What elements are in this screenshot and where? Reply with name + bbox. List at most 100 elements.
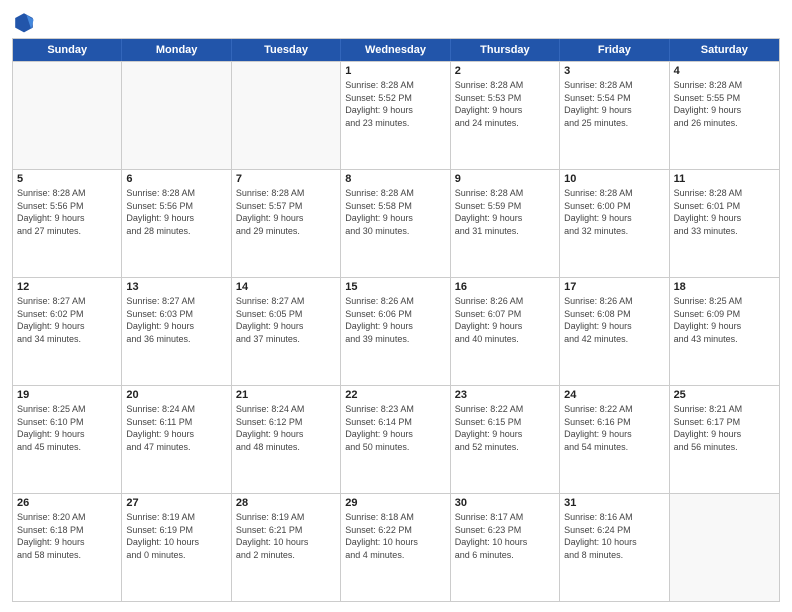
calendar: SundayMondayTuesdayWednesdayThursdayFrid…	[12, 38, 780, 602]
day-number: 24	[564, 389, 664, 401]
day-info: Sunrise: 8:27 AM Sunset: 6:02 PM Dayligh…	[17, 295, 117, 345]
calendar-body: 1 Sunrise: 8:28 AM Sunset: 5:52 PM Daylig…	[13, 61, 779, 601]
calendar-day-cell: 21 Sunrise: 8:24 AM Sunset: 6:12 PM Dayli…	[232, 386, 341, 493]
day-info: Sunrise: 8:28 AM Sunset: 5:52 PM Dayligh…	[345, 79, 445, 129]
day-number: 31	[564, 497, 664, 509]
day-number: 18	[674, 281, 775, 293]
logo	[12, 10, 40, 34]
calendar-day-cell: 18 Sunrise: 8:25 AM Sunset: 6:09 PM Dayli…	[670, 278, 779, 385]
day-number: 21	[236, 389, 336, 401]
calendar-day-cell: 14 Sunrise: 8:27 AM Sunset: 6:05 PM Dayli…	[232, 278, 341, 385]
day-number: 13	[126, 281, 226, 293]
calendar-day-cell: 3Sunrise: 8:28 AM Sunset: 5:54 PM Daylig…	[560, 62, 669, 169]
day-info: Sunrise: 8:25 AM Sunset: 6:10 PM Dayligh…	[17, 403, 117, 453]
day-number: 7	[236, 173, 336, 185]
day-info: Sunrise: 8:28 AM Sunset: 5:59 PM Dayligh…	[455, 187, 555, 237]
calendar-day-cell: 28 Sunrise: 8:19 AM Sunset: 6:21 PM Dayli…	[232, 494, 341, 601]
day-number: 22	[345, 389, 445, 401]
day-number: 23	[455, 389, 555, 401]
calendar-day-cell: 27Sunrise: 8:19 AM Sunset: 6:19 PM Dayli…	[122, 494, 231, 601]
day-info: Sunrise: 8:16 AM Sunset: 6:24 PM Dayligh…	[564, 511, 664, 561]
calendar-day-cell: 23 Sunrise: 8:22 AM Sunset: 6:15 PM Dayli…	[451, 386, 560, 493]
day-number: 4	[674, 65, 775, 77]
day-number: 28	[236, 497, 336, 509]
day-info: Sunrise: 8:27 AM Sunset: 6:05 PM Dayligh…	[236, 295, 336, 345]
calendar-week-row: 1 Sunrise: 8:28 AM Sunset: 5:52 PM Daylig…	[13, 61, 779, 169]
calendar-day-cell: 19 Sunrise: 8:25 AM Sunset: 6:10 PM Dayli…	[13, 386, 122, 493]
calendar-day-cell	[122, 62, 231, 169]
day-number: 9	[455, 173, 555, 185]
day-info: Sunrise: 8:28 AM Sunset: 5:57 PM Dayligh…	[236, 187, 336, 237]
calendar-day-cell: 13 Sunrise: 8:27 AM Sunset: 6:03 PM Dayli…	[122, 278, 231, 385]
day-number: 29	[345, 497, 445, 509]
calendar-header-row: SundayMondayTuesdayWednesdayThursdayFrid…	[13, 39, 779, 61]
calendar-day-cell: 12 Sunrise: 8:27 AM Sunset: 6:02 PM Dayli…	[13, 278, 122, 385]
calendar-header-cell: Tuesday	[232, 39, 341, 61]
calendar-week-row: 19 Sunrise: 8:25 AM Sunset: 6:10 PM Dayli…	[13, 385, 779, 493]
calendar-week-row: 26 Sunrise: 8:20 AM Sunset: 6:18 PM Dayli…	[13, 493, 779, 601]
day-number: 1	[345, 65, 445, 77]
calendar-day-cell: 25 Sunrise: 8:21 AM Sunset: 6:17 PM Dayli…	[670, 386, 779, 493]
calendar-week-row: 12 Sunrise: 8:27 AM Sunset: 6:02 PM Dayli…	[13, 277, 779, 385]
day-number: 26	[17, 497, 117, 509]
day-number: 16	[455, 281, 555, 293]
calendar-header-cell: Wednesday	[341, 39, 450, 61]
day-info: Sunrise: 8:27 AM Sunset: 6:03 PM Dayligh…	[126, 295, 226, 345]
day-info: Sunrise: 8:22 AM Sunset: 6:15 PM Dayligh…	[455, 403, 555, 453]
day-info: Sunrise: 8:26 AM Sunset: 6:06 PM Dayligh…	[345, 295, 445, 345]
day-info: Sunrise: 8:18 AM Sunset: 6:22 PM Dayligh…	[345, 511, 445, 561]
calendar-day-cell: 10 Sunrise: 8:28 AM Sunset: 6:00 PM Dayli…	[560, 170, 669, 277]
calendar-day-cell: 22 Sunrise: 8:23 AM Sunset: 6:14 PM Dayli…	[341, 386, 450, 493]
day-number: 20	[126, 389, 226, 401]
calendar-day-cell: 16 Sunrise: 8:26 AM Sunset: 6:07 PM Dayli…	[451, 278, 560, 385]
day-info: Sunrise: 8:23 AM Sunset: 6:14 PM Dayligh…	[345, 403, 445, 453]
calendar-day-cell: 29 Sunrise: 8:18 AM Sunset: 6:22 PM Dayli…	[341, 494, 450, 601]
day-number: 30	[455, 497, 555, 509]
calendar-day-cell: 11 Sunrise: 8:28 AM Sunset: 6:01 PM Dayli…	[670, 170, 779, 277]
calendar-day-cell: 8Sunrise: 8:28 AM Sunset: 5:58 PM Daylig…	[341, 170, 450, 277]
day-info: Sunrise: 8:19 AM Sunset: 6:21 PM Dayligh…	[236, 511, 336, 561]
day-number: 8	[345, 173, 445, 185]
day-number: 14	[236, 281, 336, 293]
calendar-day-cell: 24Sunrise: 8:22 AM Sunset: 6:16 PM Dayli…	[560, 386, 669, 493]
calendar-day-cell: 15 Sunrise: 8:26 AM Sunset: 6:06 PM Dayli…	[341, 278, 450, 385]
day-number: 12	[17, 281, 117, 293]
day-info: Sunrise: 8:28 AM Sunset: 6:01 PM Dayligh…	[674, 187, 775, 237]
day-number: 11	[674, 173, 775, 185]
day-info: Sunrise: 8:21 AM Sunset: 6:17 PM Dayligh…	[674, 403, 775, 453]
day-info: Sunrise: 8:17 AM Sunset: 6:23 PM Dayligh…	[455, 511, 555, 561]
day-info: Sunrise: 8:28 AM Sunset: 5:53 PM Dayligh…	[455, 79, 555, 129]
day-number: 27	[126, 497, 226, 509]
calendar-header-cell: Saturday	[670, 39, 779, 61]
day-number: 5	[17, 173, 117, 185]
calendar-day-cell: 20 Sunrise: 8:24 AM Sunset: 6:11 PM Dayli…	[122, 386, 231, 493]
calendar-day-cell: 9 Sunrise: 8:28 AM Sunset: 5:59 PM Daylig…	[451, 170, 560, 277]
day-info: Sunrise: 8:24 AM Sunset: 6:11 PM Dayligh…	[126, 403, 226, 453]
day-number: 3	[564, 65, 664, 77]
calendar-day-cell: 6Sunrise: 8:28 AM Sunset: 5:56 PM Daylig…	[122, 170, 231, 277]
day-number: 10	[564, 173, 664, 185]
day-number: 2	[455, 65, 555, 77]
calendar-week-row: 5 Sunrise: 8:28 AM Sunset: 5:56 PM Daylig…	[13, 169, 779, 277]
day-info: Sunrise: 8:28 AM Sunset: 5:56 PM Dayligh…	[126, 187, 226, 237]
day-info: Sunrise: 8:26 AM Sunset: 6:08 PM Dayligh…	[564, 295, 664, 345]
calendar-day-cell: 17Sunrise: 8:26 AM Sunset: 6:08 PM Dayli…	[560, 278, 669, 385]
day-number: 19	[17, 389, 117, 401]
calendar-day-cell	[13, 62, 122, 169]
day-number: 25	[674, 389, 775, 401]
calendar-day-cell: 2 Sunrise: 8:28 AM Sunset: 5:53 PM Daylig…	[451, 62, 560, 169]
header	[12, 10, 780, 34]
calendar-day-cell: 26 Sunrise: 8:20 AM Sunset: 6:18 PM Dayli…	[13, 494, 122, 601]
day-info: Sunrise: 8:20 AM Sunset: 6:18 PM Dayligh…	[17, 511, 117, 561]
logo-icon	[12, 10, 36, 34]
day-info: Sunrise: 8:24 AM Sunset: 6:12 PM Dayligh…	[236, 403, 336, 453]
day-info: Sunrise: 8:26 AM Sunset: 6:07 PM Dayligh…	[455, 295, 555, 345]
calendar-day-cell: 30 Sunrise: 8:17 AM Sunset: 6:23 PM Dayli…	[451, 494, 560, 601]
calendar-day-cell	[670, 494, 779, 601]
day-number: 15	[345, 281, 445, 293]
calendar-day-cell: 1 Sunrise: 8:28 AM Sunset: 5:52 PM Daylig…	[341, 62, 450, 169]
calendar-header-cell: Sunday	[13, 39, 122, 61]
day-info: Sunrise: 8:28 AM Sunset: 5:56 PM Dayligh…	[17, 187, 117, 237]
day-info: Sunrise: 8:28 AM Sunset: 6:00 PM Dayligh…	[564, 187, 664, 237]
day-info: Sunrise: 8:25 AM Sunset: 6:09 PM Dayligh…	[674, 295, 775, 345]
